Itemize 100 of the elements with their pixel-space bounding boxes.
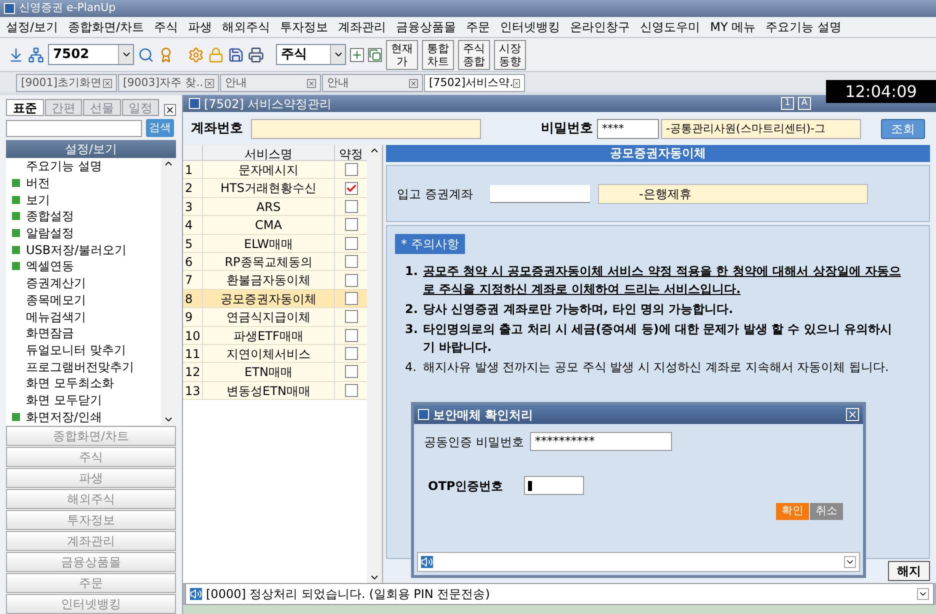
menu-item[interactable]: 종합화면/차트: [68, 18, 144, 36]
quick-button[interactable]: 현재 가: [386, 40, 418, 70]
checkbox[interactable]: [344, 274, 358, 287]
service-row[interactable]: 12 ETN매매: [183, 363, 367, 382]
download-icon[interactable]: [8, 46, 24, 62]
sidebar-item[interactable]: 알람설정: [6, 224, 161, 242]
menu-item[interactable]: 해외주식: [222, 18, 270, 36]
quick-button[interactable]: 주식 종합: [458, 40, 490, 70]
sidebar-item[interactable]: 증권계산기: [6, 274, 161, 292]
close-icon[interactable]: [513, 78, 520, 88]
menu-item[interactable]: 신영도우미: [640, 18, 700, 36]
sidebar-item[interactable]: 화면저장/인쇄: [6, 408, 161, 425]
sidebar-item[interactable]: USB저장/불러오기: [6, 241, 161, 258]
network-icon[interactable]: [28, 46, 44, 62]
sidebar-item[interactable]: 보기: [6, 191, 161, 208]
menu-item[interactable]: 주식: [154, 18, 178, 36]
expand-icon[interactable]: [12, 246, 20, 254]
search-field[interactable]: [6, 120, 142, 136]
close-icon[interactable]: [307, 78, 316, 88]
menu-item[interactable]: 파생: [188, 18, 212, 36]
checkbox[interactable]: [344, 310, 358, 324]
sidebar-tab[interactable]: 표준: [6, 99, 44, 116]
settings-icon[interactable]: [188, 46, 204, 62]
checkbox[interactable]: [344, 200, 358, 213]
checkbox[interactable]: [344, 255, 358, 268]
expand-icon[interactable]: [12, 179, 20, 188]
service-row[interactable]: 1 문자메시지: [183, 161, 367, 180]
scrollbar[interactable]: [367, 145, 382, 583]
sidebar-item[interactable]: 엑셀연동: [6, 258, 161, 275]
sidebar-item[interactable]: 메뉴검색기: [6, 308, 161, 325]
scrollbar[interactable]: [161, 158, 176, 425]
checkbox[interactable]: [344, 328, 358, 342]
service-row[interactable]: 11 지연이체서비스: [183, 344, 367, 364]
menu-item[interactable]: 주문: [466, 18, 490, 36]
service-row[interactable]: 8 공모증권자동이체: [183, 290, 367, 308]
document-tab[interactable]: 안내: [322, 74, 423, 92]
menu-item[interactable]: 설정/보기: [6, 18, 58, 36]
cert-password-field[interactable]: **********: [530, 432, 672, 451]
quick-button[interactable]: 통합 차트: [422, 40, 454, 70]
screen-code-field[interactable]: 7502: [48, 44, 134, 65]
service-row[interactable]: 13 변동성ETN매매: [183, 382, 367, 400]
save-icon[interactable]: [228, 46, 244, 62]
sidebar-item[interactable]: 화면잠금: [6, 324, 161, 342]
menu-item[interactable]: MY 메뉴: [710, 18, 756, 36]
menu-item[interactable]: 인터넷뱅킹: [500, 18, 560, 36]
otp-field[interactable]: [524, 476, 584, 495]
sidebar-item[interactable]: 듀얼모니터 맞추기: [6, 342, 161, 358]
expand-icon[interactable]: [12, 212, 20, 220]
sidebar-item[interactable]: 화면 모두닫기: [6, 392, 161, 408]
menu-item[interactable]: 투자정보: [280, 18, 328, 36]
service-row[interactable]: 3 ARS: [183, 198, 367, 216]
close-icon[interactable]: [409, 78, 418, 88]
menu-item[interactable]: 금융상품몰: [396, 18, 456, 36]
service-row[interactable]: 10 파생ETF매매: [183, 326, 367, 345]
service-row[interactable]: 6 RP종목교체동의: [183, 252, 367, 272]
window-button[interactable]: A: [798, 97, 811, 110]
cancel-contract-button[interactable]: 해지: [888, 561, 930, 581]
menu-item[interactable]: 주요기능 설명: [766, 18, 842, 36]
checkbox[interactable]: [344, 163, 358, 176]
document-tab[interactable]: [9001]초기화면: [16, 74, 117, 92]
service-row[interactable]: 5 ELW매매: [183, 234, 367, 253]
checkbox[interactable]: [344, 347, 358, 360]
expand-icon[interactable]: [12, 262, 20, 270]
service-row[interactable]: 4 CMA: [183, 216, 367, 235]
quick-button[interactable]: 시장 동향: [494, 40, 526, 70]
expand-icon[interactable]: [12, 196, 20, 204]
close-icon[interactable]: [164, 104, 176, 116]
close-icon[interactable]: [103, 78, 112, 88]
service-row[interactable]: 7 환불금자동이체: [183, 271, 367, 290]
sidebar-item[interactable]: 프로그램버전맞추기: [6, 358, 161, 375]
add-icon[interactable]: [350, 48, 364, 62]
password-field[interactable]: ****: [597, 118, 659, 138]
checkbox[interactable]: [344, 365, 358, 378]
sidebar-item[interactable]: 종합설정: [6, 208, 161, 225]
close-icon[interactable]: [205, 78, 214, 88]
checkbox[interactable]: [344, 292, 358, 305]
expand-icon[interactable]: [12, 229, 20, 238]
sidebar-item[interactable]: 종목메모기: [6, 292, 161, 308]
service-row[interactable]: 2 HTS거래현황수신: [183, 179, 367, 198]
checkbox[interactable]: [344, 182, 358, 195]
checkbox[interactable]: [344, 218, 358, 232]
checkbox[interactable]: [344, 236, 358, 250]
document-tab[interactable]: [7502]서비스약.: [424, 74, 525, 92]
window-button[interactable]: 1: [781, 97, 794, 110]
menu-item[interactable]: 온라인창구: [570, 18, 630, 36]
sidebar-item[interactable]: 주요기능 설명: [6, 158, 161, 175]
service-row[interactable]: 9 연금식지급이체: [183, 308, 367, 327]
sidebar-item[interactable]: 화면 모두최소화: [6, 374, 161, 392]
deposit-account-field[interactable]: [490, 184, 590, 202]
menu-item[interactable]: 계좌관리: [338, 18, 386, 36]
market-dropdown[interactable]: 주식: [276, 44, 346, 65]
document-tab[interactable]: 안내: [220, 74, 321, 92]
printer-icon[interactable]: [248, 46, 264, 62]
windows-icon[interactable]: [368, 48, 382, 62]
sidebar-item[interactable]: 버전: [6, 174, 161, 192]
account-field[interactable]: [251, 118, 481, 138]
document-tab[interactable]: [9003]자주 찾..: [118, 74, 219, 92]
checkbox[interactable]: [344, 384, 358, 397]
search-icon[interactable]: [138, 46, 154, 62]
expand-icon[interactable]: [12, 412, 20, 421]
